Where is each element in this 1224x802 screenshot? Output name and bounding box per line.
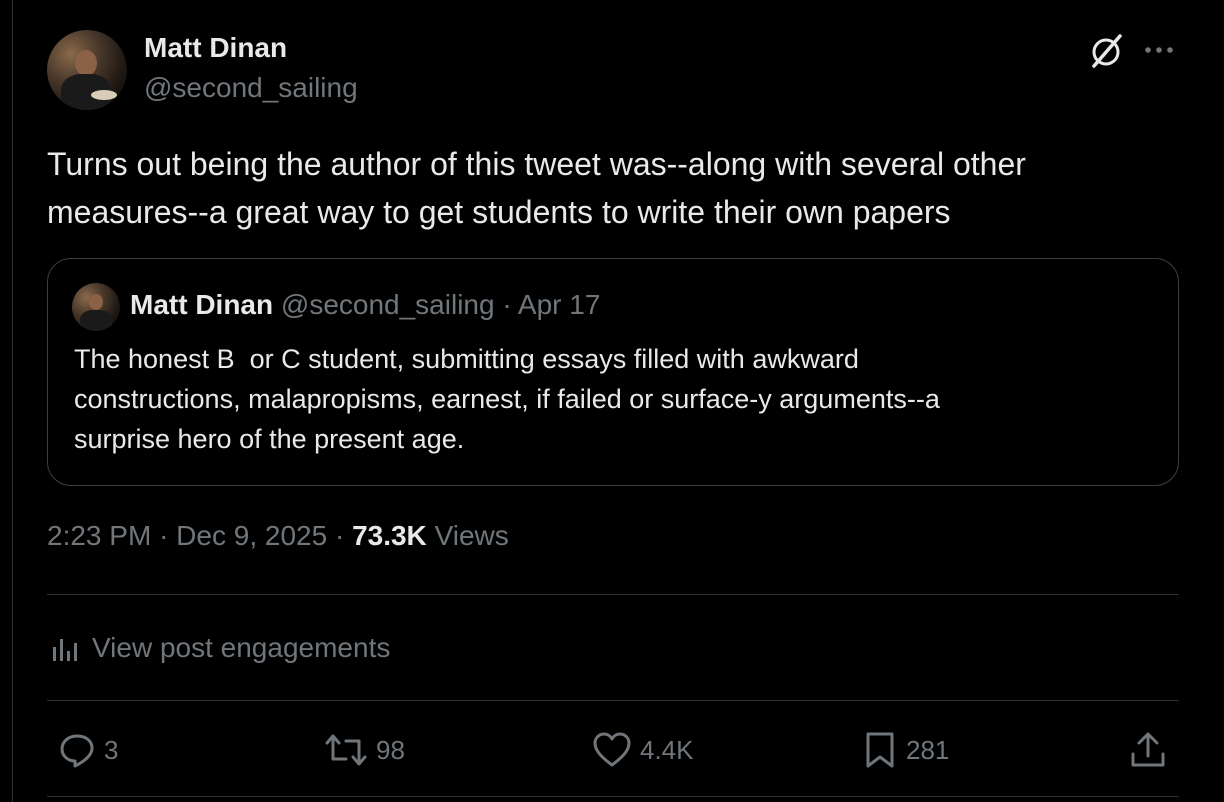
repost-icon	[324, 731, 368, 769]
like-icon	[592, 731, 632, 769]
author-name[interactable]: Matt Dinan	[144, 32, 287, 64]
bookmark-button[interactable]: 281	[862, 728, 949, 772]
bookmark-icon	[862, 730, 898, 770]
tweet-time[interactable]: 2:23 PM	[47, 520, 151, 551]
quoted-tweet-text: The honest B or C student, submitting es…	[74, 344, 940, 454]
divider	[47, 796, 1179, 797]
share-icon	[1128, 730, 1168, 770]
views-count: 73.3K	[352, 520, 427, 551]
quoted-date[interactable]: Apr 17	[518, 289, 601, 320]
bookmark-count: 281	[906, 734, 950, 765]
reply-icon	[58, 731, 96, 769]
tweet-date[interactable]: Dec 9, 2025	[176, 520, 327, 551]
more-icon[interactable]	[1140, 32, 1180, 68]
repost-button[interactable]: 98	[324, 728, 405, 772]
bar-chart-icon	[50, 633, 80, 663]
view-engagements-button[interactable]: View post engagements	[50, 626, 390, 670]
divider	[47, 700, 1179, 701]
repost-count: 98	[376, 734, 405, 765]
reply-count: 3	[104, 734, 119, 765]
reply-button[interactable]: 3	[58, 728, 118, 772]
quoted-tweet-card[interactable]: Matt Dinan @second_sailing · Apr 17 The …	[47, 258, 1179, 486]
quoted-separator: ·	[502, 289, 512, 320]
author-avatar[interactable]	[47, 30, 127, 110]
tweet-meta: 2:23 PM · Dec 9, 2025 · 73.3K Views	[47, 520, 509, 552]
view-engagements-label: View post engagements	[92, 632, 391, 663]
quoted-author-name[interactable]: Matt Dinan	[130, 289, 273, 320]
views-label: Views	[434, 520, 509, 551]
like-count: 4.4K	[640, 734, 694, 765]
quoted-author-handle[interactable]: @second_sailing	[281, 289, 495, 320]
grok-icon[interactable]	[1086, 30, 1126, 70]
author-handle[interactable]: @second_sailing	[144, 72, 358, 104]
tweet-text: Turns out being the author of this tweet…	[47, 146, 1035, 230]
share-button[interactable]	[1128, 728, 1168, 772]
quoted-tweet-header: Matt Dinan @second_sailing · Apr 17	[130, 289, 600, 321]
quoted-author-avatar[interactable]	[72, 283, 120, 331]
meta-separator-2: ·	[334, 520, 345, 551]
divider	[47, 594, 1179, 595]
like-button[interactable]: 4.4K	[592, 728, 694, 772]
meta-separator: ·	[159, 520, 169, 551]
